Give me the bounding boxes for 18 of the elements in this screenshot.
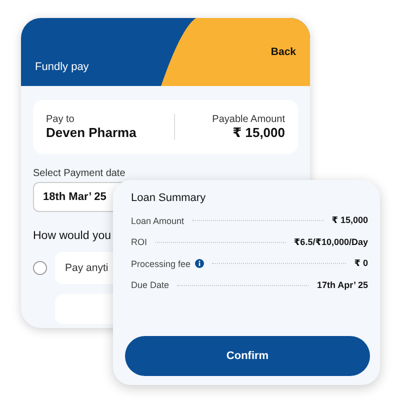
summary-label: Processing fee (131, 258, 191, 269)
summary-label: ROI (131, 237, 148, 248)
payee-label: Pay to (46, 114, 76, 125)
payee-name: Deven Pharma (46, 125, 136, 140)
summary-value: ₹ 15,000 (332, 215, 368, 226)
info-icon[interactable] (194, 259, 204, 268)
date-label: Select Payment date (33, 168, 126, 179)
summary-label: Due Date (131, 280, 170, 290)
summary-value: ₹ 0 (354, 258, 368, 270)
confirm-button[interactable]: Confirm (125, 336, 370, 376)
app-title: Fundly pay (35, 61, 89, 73)
summary-label: Loan Amount (131, 216, 184, 226)
radio-button[interactable] (33, 261, 47, 275)
summary-value: ₹6.5/₹10,000/Day (294, 236, 368, 248)
back-button[interactable]: Back (270, 46, 296, 58)
amount-label: Payable Amount (212, 114, 285, 124)
summary-value: 17th Apr’ 25 (316, 280, 368, 290)
payable-amount: ₹ 15,000 (232, 124, 285, 140)
